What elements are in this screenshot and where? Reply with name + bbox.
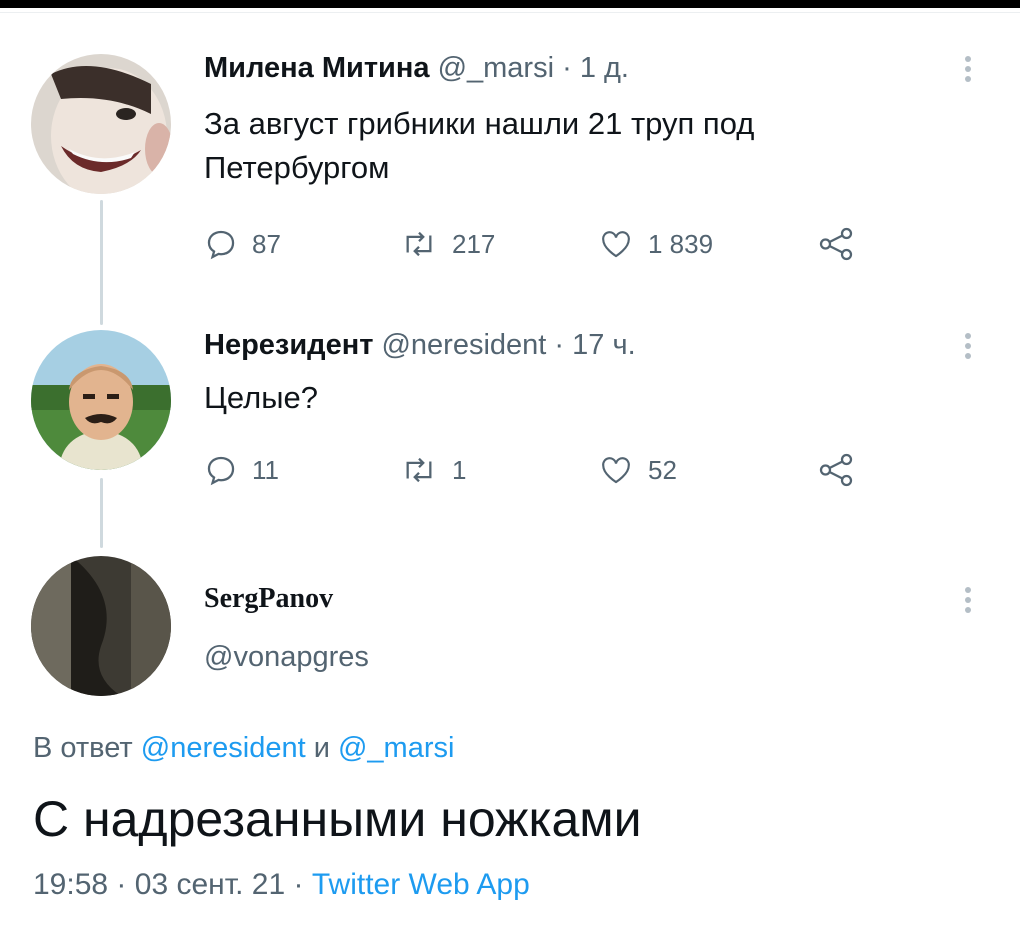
- share-icon: [819, 227, 853, 261]
- retweet-button[interactable]: 217: [400, 224, 495, 264]
- like-button[interactable]: 1 839: [598, 224, 713, 264]
- reply-icon: [207, 230, 235, 260]
- tweet1-text-line: За август грибники нашли 21 труп под: [204, 106, 755, 141]
- reply-count: 87: [252, 228, 281, 259]
- reply-icon: [207, 456, 235, 486]
- reply-prefix: В ответ: [33, 732, 133, 764]
- thread-line-1: [100, 200, 103, 325]
- reply-and: и: [313, 732, 330, 764]
- footer-separator: ·: [116, 868, 127, 901]
- tweet1-time[interactable]: 1 д.: [580, 52, 629, 84]
- share-button[interactable]: [818, 452, 854, 493]
- retweet-icon: [406, 457, 432, 483]
- avatar-neresident[interactable]: [31, 330, 171, 470]
- top-bar: [0, 0, 1020, 8]
- heart-icon: [602, 231, 630, 258]
- heart-icon: [602, 457, 630, 484]
- like-button[interactable]: 52: [598, 450, 677, 490]
- tweet2-text-line: Целые?: [204, 380, 318, 415]
- tweet-source-link[interactable]: Twitter Web App: [312, 868, 530, 901]
- share-button[interactable]: [818, 226, 854, 267]
- top-divider: [0, 12, 1020, 13]
- reply-user-link[interactable]: @_marsi: [338, 732, 454, 764]
- avatar-milena[interactable]: [31, 54, 171, 194]
- reply-count: 11: [252, 454, 279, 485]
- tweet-time[interactable]: 19:58: [33, 868, 108, 901]
- reply-button[interactable]: 11: [204, 450, 279, 490]
- tweet2-handle[interactable]: @neresident: [381, 329, 546, 361]
- like-count: 52: [648, 454, 677, 485]
- retweet-icon: [406, 231, 432, 257]
- tweet1-text: За август грибники нашли 21 труп под Пет…: [204, 102, 754, 190]
- reply-button[interactable]: 87: [204, 224, 281, 264]
- reply-context: В ответ @neresident и @_marsi: [33, 732, 454, 765]
- tweet2-text: Целые?: [204, 376, 318, 420]
- thread-line-2: [100, 478, 103, 548]
- more-vertical-icon[interactable]: [965, 583, 971, 617]
- retweet-count: 217: [452, 228, 496, 259]
- tweet2-separator: ·: [554, 329, 565, 361]
- tweet2-actions: 11 1 52: [204, 450, 864, 490]
- more-vertical-icon[interactable]: [965, 52, 971, 86]
- tweet2-author-name[interactable]: Нерезидент: [204, 329, 373, 361]
- reply-user-link[interactable]: @neresident: [141, 732, 306, 764]
- tweet1-header: Милена Митина @_marsi · 1 д.: [204, 52, 629, 85]
- tweet2-header: Нерезидент @neresident · 17 ч.: [204, 329, 636, 362]
- tweet1-author-name[interactable]: Милена Митина: [204, 52, 430, 84]
- tweet1-handle[interactable]: @_marsi: [438, 52, 554, 84]
- retweet-button[interactable]: 1: [400, 450, 466, 490]
- share-icon: [819, 453, 853, 487]
- avatar-image: [31, 54, 171, 194]
- tweet1-separator: ·: [562, 52, 572, 84]
- main-author-handle[interactable]: @vonapgres: [204, 641, 369, 674]
- tweet1-actions: 87 217 1 839: [204, 224, 864, 264]
- avatar-image: [31, 556, 171, 696]
- tweet-date[interactable]: 03 сент. 21: [135, 868, 285, 901]
- footer-separator: ·: [293, 868, 304, 901]
- tweet-footer: 19:58 · 03 сент. 21 · Twitter Web App: [33, 868, 530, 902]
- like-count: 1 839: [648, 228, 714, 259]
- avatar-sergpanov[interactable]: [31, 556, 171, 696]
- main-author-name[interactable]: SergPanov: [204, 583, 333, 615]
- avatar-image: [31, 330, 171, 470]
- main-tweet-text: С надрезанными ножками: [33, 791, 642, 847]
- tweet2-time[interactable]: 17 ч.: [572, 329, 635, 361]
- more-vertical-icon[interactable]: [965, 329, 971, 363]
- tweet1-text-line: Петербургом: [204, 150, 390, 185]
- retweet-count: 1: [452, 454, 467, 485]
